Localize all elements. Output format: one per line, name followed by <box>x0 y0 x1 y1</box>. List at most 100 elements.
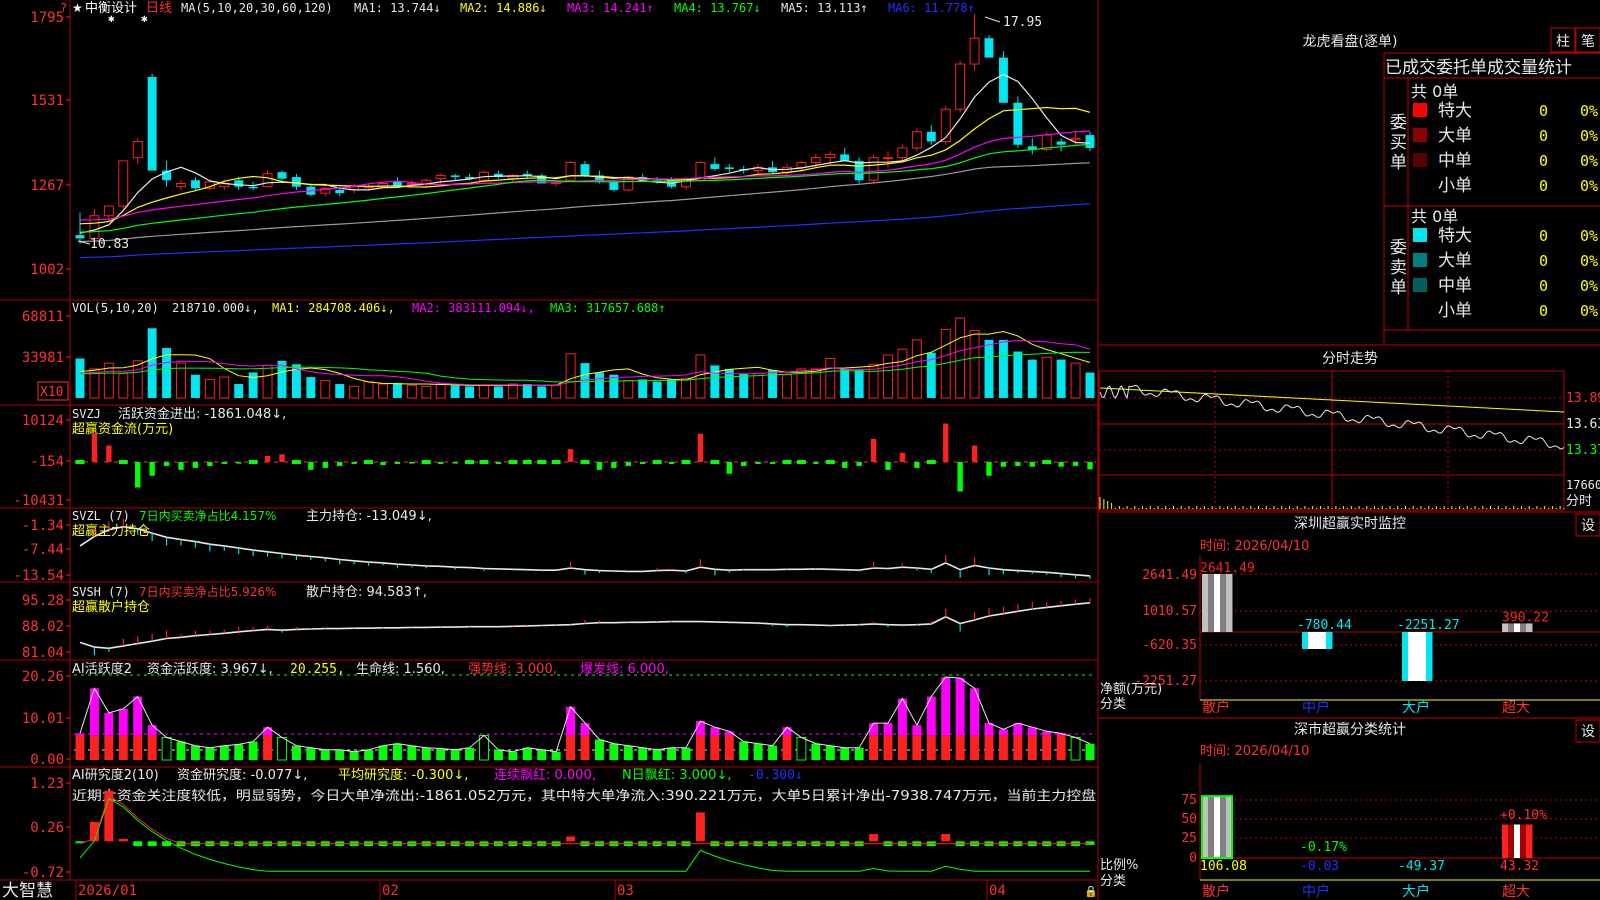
volume-bar-29 <box>493 386 503 398</box>
candle-body-62 <box>969 37 980 65</box>
ma1-value: MA1: 13.744↓ <box>354 1 441 15</box>
ai-activity-bar-47 <box>753 743 763 760</box>
ai-activity-bar-8 <box>190 745 200 760</box>
volume-bar-41 <box>667 379 677 398</box>
volume-bar-57 <box>897 348 908 399</box>
tab-stats[interactable]: 统计 <box>1538 58 1572 78</box>
sell-swatch-3 <box>1413 303 1427 317</box>
candle-body-63 <box>984 38 994 58</box>
buy-row-pct-0: 0% <box>1580 102 1598 120</box>
svzj-bar-18 <box>337 462 343 466</box>
candle-body-2 <box>103 205 114 217</box>
ai-activity-top-5 <box>147 725 157 736</box>
ai-activity-bar-70 <box>1085 743 1095 760</box>
candle-body-68 <box>1056 141 1066 145</box>
volume-bar-11 <box>234 384 244 398</box>
svzj-bar-63 <box>986 462 992 476</box>
classify-cat-4: 超大 <box>1502 884 1530 900</box>
tab-volume[interactable]: 成交量 <box>1487 58 1538 78</box>
lhb-tab-tick-label: 笔 <box>1581 34 1595 50</box>
candle-body-54 <box>854 160 864 181</box>
ai-activity-base-60 <box>941 735 951 760</box>
sell-row-count-2: 0 <box>1539 277 1548 295</box>
ai-research-bar-70 <box>1085 841 1095 846</box>
ai-activity-top-61 <box>955 678 965 736</box>
ai2-desc1: 资金研究度: -0.077↓, <box>177 767 307 783</box>
ai-activity-top-0 <box>75 733 85 736</box>
volume-bar-30 <box>507 383 518 399</box>
ma4-value: MA4: 13.767↓ <box>674 1 761 15</box>
classify-bar-0-stripe-3 <box>1220 796 1227 858</box>
ai2-axis-mid: 0.26 <box>30 820 64 836</box>
ai-activity-bar-41 <box>667 747 677 760</box>
svzj-bar-4 <box>135 462 141 488</box>
buy-title: 委 买 单 <box>1390 113 1407 173</box>
volume-bar-22 <box>392 382 402 398</box>
ai-activity-bars <box>75 677 1095 761</box>
buy-swatch-1 <box>1413 128 1427 142</box>
candle-body-12 <box>248 186 258 189</box>
ai-research-pane: AI研究度2(10) 资金研究度: -0.077↓, 平均研究度: -0.300… <box>22 767 1096 881</box>
svzj-title: 超赢资金流(万元) <box>72 421 173 437</box>
svzl-axis-top: -1.34 <box>22 518 64 534</box>
svzj-bar-61 <box>957 462 963 492</box>
high-mark-pointer <box>984 16 1001 23</box>
ma5-value: MA5: 13.113↑ <box>781 1 868 15</box>
svzl-desc2: 主力持仓: -13.049↓, <box>306 509 432 524</box>
svzj-bar-28 <box>479 460 489 464</box>
ai-activity-bar-25 <box>436 748 446 760</box>
classify-pct-1: -0.17% <box>1300 840 1347 855</box>
monitor-axis-3: -620.35 <box>1142 638 1197 653</box>
ai-activity-bar-37 <box>609 743 619 760</box>
lhb-tab-bar-label: 柱 <box>1556 34 1570 50</box>
volume-bar-34 <box>565 353 576 399</box>
price-axis: 1795 1531 1267 1002 <box>30 10 64 278</box>
ai-activity-bar-21 <box>378 745 388 760</box>
volume-bar-5 <box>147 328 157 398</box>
classify-bar-3-stripe-0 <box>1502 824 1509 858</box>
svzj-bar-14 <box>279 454 285 462</box>
ai-research-bar-34 <box>566 836 576 842</box>
svzj-bar-36 <box>596 462 603 470</box>
volume-bar-12 <box>248 372 258 398</box>
axis-ticks <box>66 16 70 873</box>
classify-val-3: -49.37 <box>1398 859 1445 874</box>
sell-row-name-3: 小单 <box>1438 301 1472 321</box>
sell-row-name-0: 特大 <box>1438 226 1472 246</box>
ai-activity-bar-24 <box>421 747 431 760</box>
ai-activity-bar-23 <box>407 745 417 760</box>
monitor-axis-1: 2641.49 <box>1142 568 1197 583</box>
buy-row-name-2: 中单 <box>1438 151 1472 171</box>
sell-swatch-1 <box>1413 253 1427 267</box>
svzj-bars <box>75 423 1093 492</box>
lock-icon[interactable]: 🔒 <box>1084 885 1098 898</box>
ai-activity-base-3 <box>118 735 128 760</box>
svzj-bar-24 <box>421 460 431 464</box>
sell-title-char-2: 卖 <box>1390 258 1407 278</box>
tab-orders[interactable]: 委托单 <box>1436 58 1487 78</box>
candle-body-25 <box>435 174 446 180</box>
svzj-bar-1 <box>91 433 98 462</box>
period-label[interactable]: 日线 <box>146 1 172 16</box>
monitor-bar-0-stripe-0 <box>1202 574 1209 632</box>
tab-done[interactable]: 已成交 <box>1385 58 1436 78</box>
volume-bar-42 <box>681 377 691 399</box>
candle-body-23 <box>406 182 417 185</box>
candle-body-14 <box>277 172 287 179</box>
ma-line-4 <box>79 143 1091 233</box>
svzj-bar-53 <box>842 462 848 468</box>
candle-body-5 <box>147 76 157 171</box>
svsh-axis-mid: 88.02 <box>22 619 64 635</box>
svzj-bar-43 <box>697 433 704 462</box>
monitor-settings-label: 设 <box>1581 518 1595 534</box>
ai-activity-bar-6 <box>161 736 172 761</box>
candle-body-0 <box>75 235 85 239</box>
volume-bar-46 <box>739 373 749 398</box>
ai-activity-base-43 <box>695 735 705 760</box>
svzj-axis-mid: -154 <box>30 454 64 470</box>
price-axis-1531: 1531 <box>30 93 64 109</box>
volume-bars <box>75 317 1095 399</box>
ai-activity-top-56 <box>883 723 893 736</box>
svzj-bar-37 <box>611 462 617 468</box>
svzj-bar-66 <box>1029 462 1035 467</box>
